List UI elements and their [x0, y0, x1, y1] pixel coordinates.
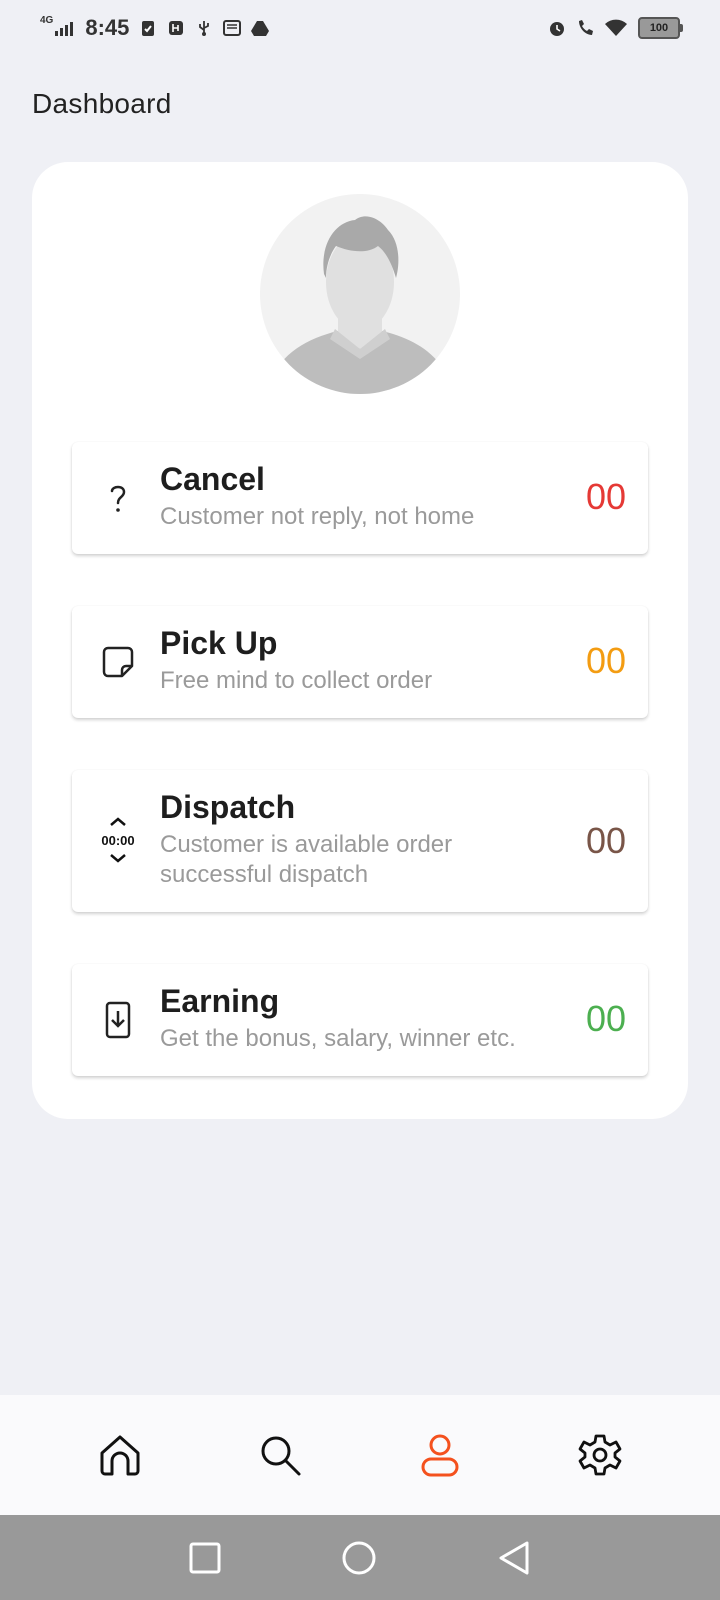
cancel-count: 00	[585, 476, 626, 517]
item-title: Earning	[160, 983, 280, 1019]
item-subtitle: Get the bonus, salary, winner etc.	[160, 1025, 516, 1052]
cancel-card[interactable]: Cancel Customer not reply, not home 00	[72, 442, 648, 554]
wifi-icon	[605, 19, 627, 36]
earning-card[interactable]: Earning Get the bonus, salary, winner et…	[72, 964, 648, 1076]
drive-icon	[251, 21, 270, 36]
dispatch-count: 00	[585, 820, 626, 861]
usb-icon	[199, 21, 210, 36]
wifi-call-icon	[579, 20, 593, 35]
nav-settings[interactable]	[576, 1431, 624, 1479]
sticky-note-icon	[102, 646, 134, 678]
nav-search[interactable]	[256, 1431, 304, 1479]
usb-debug-icon	[169, 21, 184, 35]
user-icon	[421, 1434, 459, 1477]
nav-profile[interactable]	[416, 1431, 464, 1479]
timer-text: 00:00	[101, 833, 134, 848]
home-system-button[interactable]	[341, 1540, 377, 1576]
earning-count: 00	[585, 998, 626, 1039]
timer-stepper-icon: 00:00	[96, 816, 140, 864]
status-bar: 4G 8:45 100	[0, 0, 720, 56]
item-title: Cancel	[160, 461, 265, 497]
system-nav-bar	[0, 1515, 720, 1600]
pick-up-card[interactable]: Pick Up Free mind to collect order 00	[72, 606, 648, 718]
status-time: 8:45	[85, 15, 130, 40]
question-mark-icon	[110, 485, 126, 512]
signal-icon	[55, 20, 74, 36]
avatar[interactable]	[260, 194, 460, 394]
bottom-nav	[0, 1395, 720, 1515]
gear-icon	[578, 1434, 622, 1476]
item-title: Pick Up	[160, 625, 278, 661]
item-subtitle: Customer not reply, not home	[160, 503, 475, 530]
dashboard-card: Cancel Customer not reply, not home 00 P…	[32, 162, 688, 1119]
network-type: 4G	[40, 14, 54, 26]
battery-indicator: 100	[638, 17, 683, 39]
item-subtitle: Free mind to collect order	[160, 667, 433, 694]
recent-apps-button[interactable]	[189, 1542, 221, 1574]
dispatch-card[interactable]: 00:00 Dispatch Customer is available ord…	[72, 770, 648, 912]
item-subtitle: Customer is available order successful d…	[160, 831, 453, 888]
pick-up-count: 00	[585, 640, 626, 681]
nav-home[interactable]	[96, 1431, 144, 1479]
clipboard-check-icon	[142, 21, 155, 36]
phone-download-icon	[105, 1001, 131, 1039]
person-placeholder-icon	[260, 216, 460, 394]
alarm-icon	[550, 22, 564, 36]
item-title: Dispatch	[160, 789, 296, 825]
home-icon	[100, 1435, 140, 1476]
back-button[interactable]	[497, 1540, 531, 1576]
page-title: Dashboard	[32, 88, 172, 119]
search-icon	[261, 1436, 301, 1476]
mail-box-icon	[223, 20, 242, 36]
